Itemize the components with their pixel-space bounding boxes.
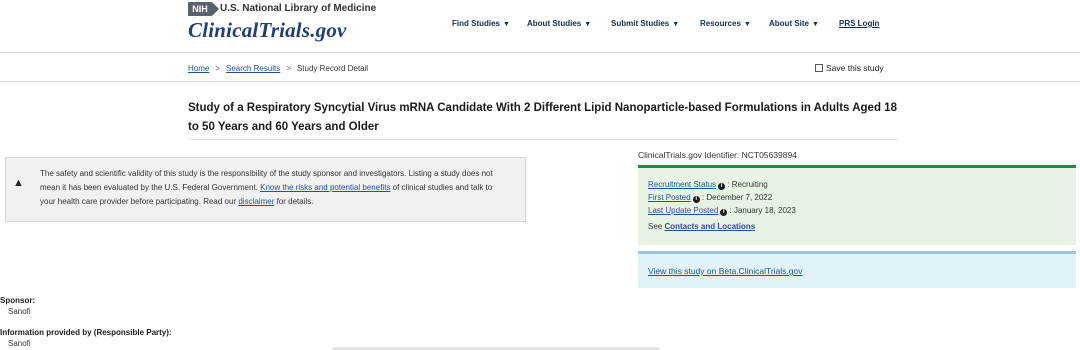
- breadcrumb: Home > Search Results > Study Record Detail: [188, 64, 368, 73]
- disclaimer-text: The safety and scientific validity of th…: [40, 167, 510, 209]
- recruitment-status-link[interactable]: Recruitment Status: [648, 180, 716, 189]
- prs-login-link[interactable]: PRS Login: [839, 19, 879, 28]
- disclaimer-link[interactable]: disclaimer: [238, 197, 274, 206]
- recruitment-status-row: Recruitment Status i : Recruiting: [648, 180, 768, 190]
- nav-submit-studies[interactable]: Submit Studies ▼: [611, 19, 679, 28]
- sponsor-label: Sponsor:: [0, 296, 36, 305]
- study-identifier: ClinicalTrials.gov Identifier: NCT056398…: [638, 150, 797, 160]
- breadcrumb-separator: >: [215, 64, 221, 73]
- nav-find-studies[interactable]: Find Studies ▼: [452, 19, 510, 28]
- responsible-party-label: Information provided by (Responsible Par…: [0, 328, 172, 337]
- beta-site-link[interactable]: View this study on Beta.ClinicalTrials.g…: [648, 266, 803, 276]
- header-divider: [0, 52, 1080, 53]
- info-icon[interactable]: i: [692, 196, 700, 203]
- contacts-row: See Contacts and Locations: [648, 222, 755, 231]
- nih-logo-badge[interactable]: NIH: [188, 2, 219, 16]
- breadcrumb-current: Study Record Detail: [296, 64, 369, 73]
- contacts-locations-link[interactable]: Contacts and Locations: [664, 222, 755, 231]
- breadcrumb-search-results[interactable]: Search Results: [226, 64, 280, 73]
- disclaimer-text-part: for details.: [274, 197, 314, 206]
- site-logo[interactable]: ClinicalTrials.gov: [188, 18, 347, 43]
- save-study-checkbox[interactable]: Save this study: [815, 63, 884, 73]
- study-title: Study of a Respiratory Syncytial Virus m…: [188, 102, 897, 133]
- see-text: See: [648, 222, 665, 231]
- nav-about-site[interactable]: About Site ▼: [769, 19, 819, 28]
- nav-label: Submit Studies: [611, 19, 670, 28]
- warning-icon: ▲: [13, 177, 24, 189]
- title-divider: [188, 139, 898, 140]
- responsible-party-value: Sanofi: [8, 339, 31, 348]
- nav-label: About Studies: [527, 19, 582, 28]
- nlm-link[interactable]: U.S. National Library of Medicine: [220, 3, 376, 14]
- checkbox-icon[interactable]: [815, 64, 823, 72]
- nav-label: Find Studies: [452, 19, 500, 28]
- first-posted-link[interactable]: First Posted: [648, 193, 691, 202]
- last-update-link[interactable]: Last Update Posted: [648, 206, 718, 215]
- nav-about-studies[interactable]: About Studies ▼: [527, 19, 591, 28]
- first-posted-row: First Posted i : December 7, 2022: [648, 193, 772, 203]
- caret-down-icon: ▼: [672, 21, 680, 28]
- breadcrumb-divider: [0, 81, 1080, 82]
- last-update-row: Last Update Posted i : January 18, 2023: [648, 206, 796, 216]
- status-panel: [638, 165, 1076, 245]
- first-posted-value: : December 7, 2022: [701, 193, 773, 202]
- last-update-value: : January 18, 2023: [729, 206, 796, 215]
- nav-label: Resources: [700, 19, 741, 28]
- breadcrumb-separator: >: [286, 64, 291, 73]
- caret-down-icon: ▼: [503, 21, 510, 28]
- info-icon[interactable]: i: [718, 183, 726, 190]
- recruitment-status-value: : Recruiting: [727, 180, 768, 189]
- caret-down-icon: ▼: [584, 21, 592, 28]
- caret-down-icon: ▼: [743, 21, 751, 28]
- caret-down-icon: ▼: [812, 21, 819, 28]
- nav-resources[interactable]: Resources ▼: [700, 19, 751, 28]
- info-icon[interactable]: i: [720, 209, 728, 216]
- save-study-label: Save this study: [826, 63, 884, 73]
- nav-label: About Site: [769, 19, 809, 28]
- risks-benefits-link[interactable]: Know the risks and potential benefits: [260, 183, 390, 192]
- nih-badge-text: NIH: [192, 4, 208, 14]
- breadcrumb-home[interactable]: Home: [188, 64, 209, 73]
- sponsor-value: Sanofi: [8, 307, 31, 316]
